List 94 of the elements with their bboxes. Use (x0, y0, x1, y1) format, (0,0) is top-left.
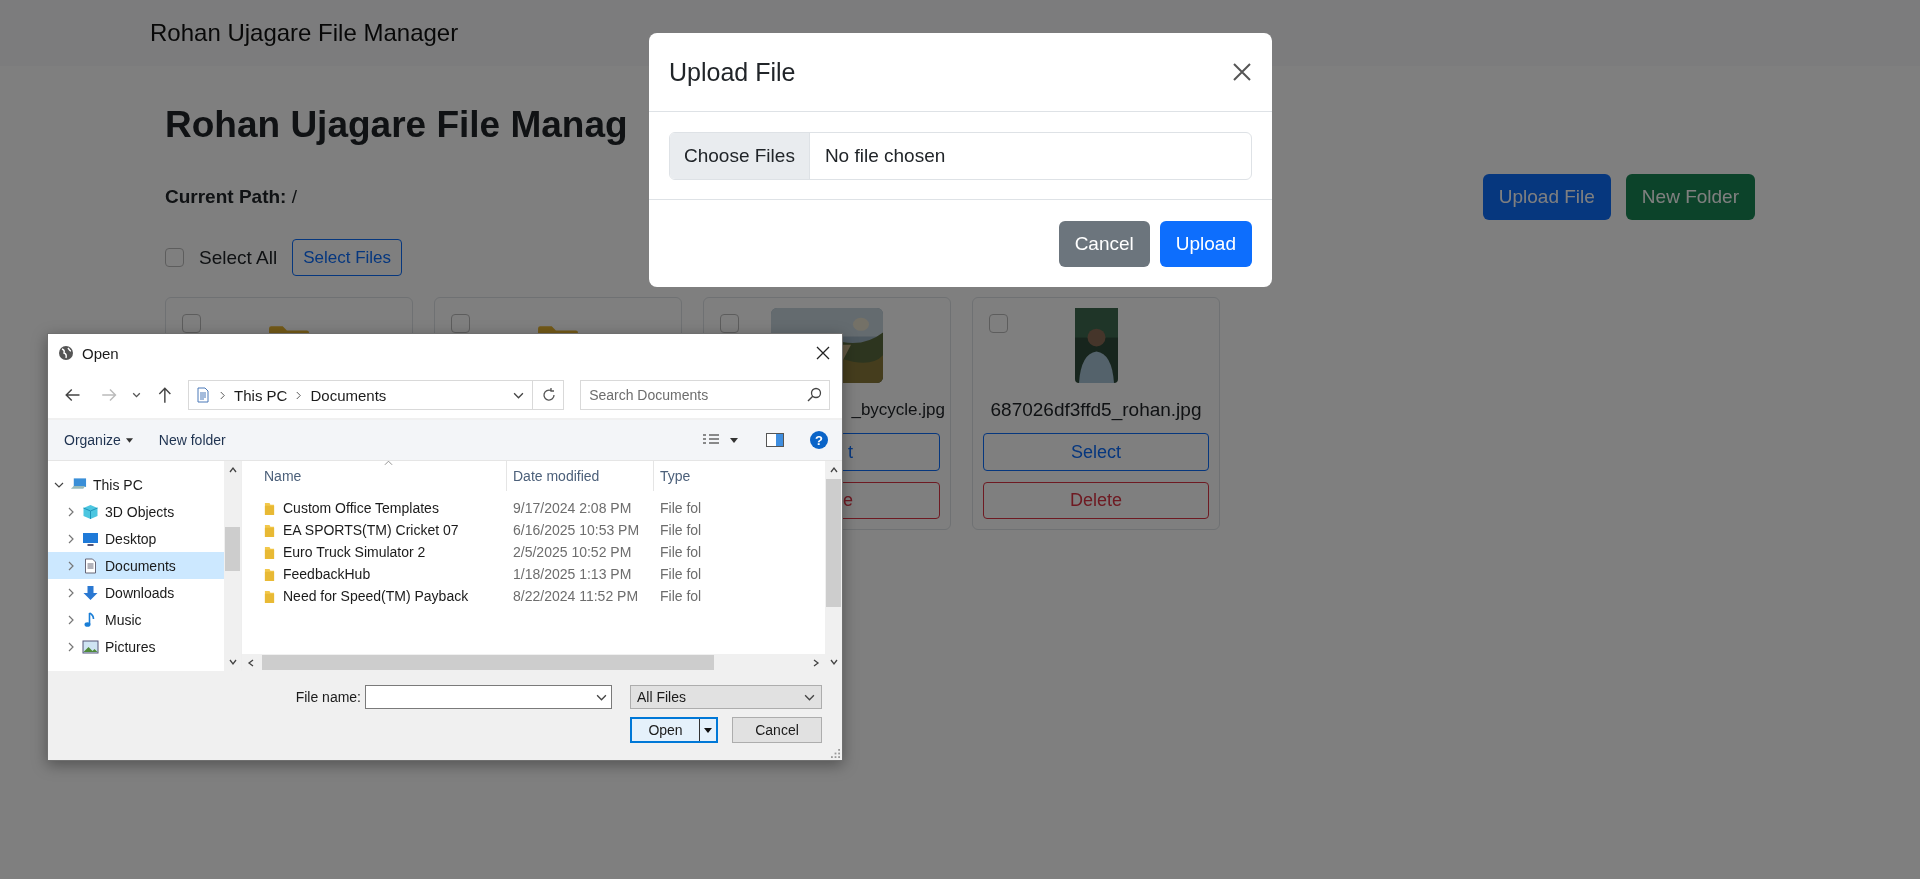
modal-button[interactable]: Upload (1159, 220, 1252, 267)
modal-title: Upload File (669, 57, 796, 87)
caret-icon (704, 727, 712, 733)
cancel-button[interactable]: Cancel (732, 717, 822, 743)
column-header[interactable]: Type (654, 461, 724, 491)
tree-item[interactable]: Pictures (48, 633, 224, 660)
caret-icon (125, 437, 133, 443)
date-modified: 6/16/2025 10:53 PM (512, 522, 641, 538)
modal-button[interactable]: Cancel (1058, 220, 1150, 267)
chevron-icon[interactable] (66, 533, 76, 544)
file-name[interactable]: EA SPORTS(TM) Cricket 07 (283, 522, 459, 538)
scroll-up-icon[interactable] (828, 465, 839, 475)
help-button[interactable]: ? (810, 431, 828, 449)
download-arrow-icon (82, 584, 99, 601)
card-checkbox[interactable] (182, 314, 201, 334)
card-checkbox[interactable] (720, 314, 739, 334)
file-name[interactable]: Euro Truck Simulator 2 (283, 544, 426, 560)
tree-item[interactable]: 3D Objects (48, 498, 224, 525)
file-name[interactable]: FeedbackHub (283, 566, 371, 582)
search-field[interactable]: Search Documents (580, 380, 830, 410)
close-icon[interactable] (1232, 62, 1252, 82)
file-type: File fol (659, 522, 703, 538)
file-type-dropdown[interactable]: All Files (630, 685, 822, 709)
tree-item[interactable]: Music (48, 606, 224, 633)
chevron-icon[interactable] (66, 614, 76, 625)
address-bar[interactable]: This PC Documents (188, 380, 565, 410)
file-type: File fol (659, 588, 703, 604)
chevron-icon[interactable] (66, 506, 76, 517)
sort-caret-icon (384, 461, 393, 466)
monitor-icon (82, 530, 99, 547)
current-path: Current Path: / (165, 186, 297, 209)
tree-item[interactable]: Desktop (48, 525, 224, 552)
resize-grip-icon[interactable] (831, 749, 840, 758)
navbar-brand[interactable]: Rohan Ujagare File Manager (150, 19, 459, 47)
list-view-icon[interactable] (702, 433, 720, 447)
page-heading: Rohan Ujagare File Manag (165, 103, 629, 147)
open-button[interactable]: Open (630, 717, 718, 743)
tree-item[interactable]: Documents (48, 552, 224, 579)
chevron-icon[interactable] (66, 587, 76, 598)
folder-icon (264, 522, 275, 538)
organize-button[interactable]: Organize (56, 428, 141, 452)
scrollbar-thumb[interactable] (225, 527, 240, 571)
file-name: 687026df3ffd5_rohan.jpg (990, 399, 1202, 422)
file-type: File fol (659, 566, 703, 582)
back-arrow-icon[interactable] (64, 386, 82, 404)
file-name-field[interactable] (365, 685, 612, 709)
scroll-right-icon[interactable] (811, 657, 821, 668)
chevron-right-icon (219, 390, 227, 400)
scrollbar-thumb[interactable] (262, 655, 714, 670)
date-modified: 1/18/2025 1:13 PM (512, 566, 633, 582)
file-name-label: File name: (295, 689, 361, 705)
folder-icon (264, 500, 275, 516)
folder-icon (264, 566, 275, 582)
document-icon (82, 557, 99, 574)
new-folder-button[interactable]: New folder (150, 428, 234, 452)
file-type: File fol (659, 544, 703, 560)
image-icon (82, 638, 99, 655)
scroll-left-icon[interactable] (246, 657, 256, 668)
chevron-right-icon (295, 390, 303, 400)
preview-pane-icon[interactable] (766, 433, 784, 447)
card-checkbox[interactable] (989, 314, 1008, 334)
column-header[interactable]: Name (242, 461, 507, 491)
globe-icon (58, 345, 74, 361)
search-icon (806, 387, 822, 403)
folder-icon (264, 544, 275, 560)
column-header[interactable]: Date modified (507, 461, 654, 491)
file-name: _bycycle.jpg (851, 399, 945, 422)
tree-item[interactable]: This PC (48, 471, 224, 498)
scroll-down-icon[interactable] (828, 657, 839, 667)
breadcrumb-item[interactable]: This PC (234, 386, 288, 404)
file-input[interactable]: Choose Files No file chosen (669, 131, 1252, 180)
file-name[interactable]: Custom Office Templates (283, 500, 439, 516)
refresh-icon[interactable] (541, 387, 558, 403)
scrollbar-thumb[interactable] (826, 479, 841, 607)
close-icon[interactable] (816, 346, 830, 360)
caret-icon[interactable] (730, 437, 738, 443)
date-modified: 2/5/2025 10:52 PM (512, 544, 633, 560)
chevron-down-icon[interactable] (596, 692, 607, 703)
date-modified: 8/22/2024 11:52 PM (512, 588, 640, 604)
card-checkbox[interactable] (451, 314, 470, 334)
file-name[interactable]: Need for Speed(TM) Payback (283, 588, 469, 604)
select-all-checkbox[interactable] (165, 248, 184, 268)
breadcrumb-item[interactable]: Documents (310, 386, 387, 404)
dialog-title: Open (82, 344, 119, 362)
document-icon (195, 387, 212, 403)
select-all-label: Select All (199, 246, 278, 269)
folder-icon (264, 588, 275, 604)
date-modified: 9/17/2024 2:08 PM (512, 500, 633, 516)
scroll-down-icon[interactable] (227, 657, 238, 667)
file-type: File fol (659, 500, 703, 516)
tree-item[interactable]: Downloads (48, 579, 224, 606)
cube-icon (82, 503, 99, 520)
chevron-icon[interactable] (66, 641, 76, 652)
scroll-up-icon[interactable] (227, 465, 238, 475)
